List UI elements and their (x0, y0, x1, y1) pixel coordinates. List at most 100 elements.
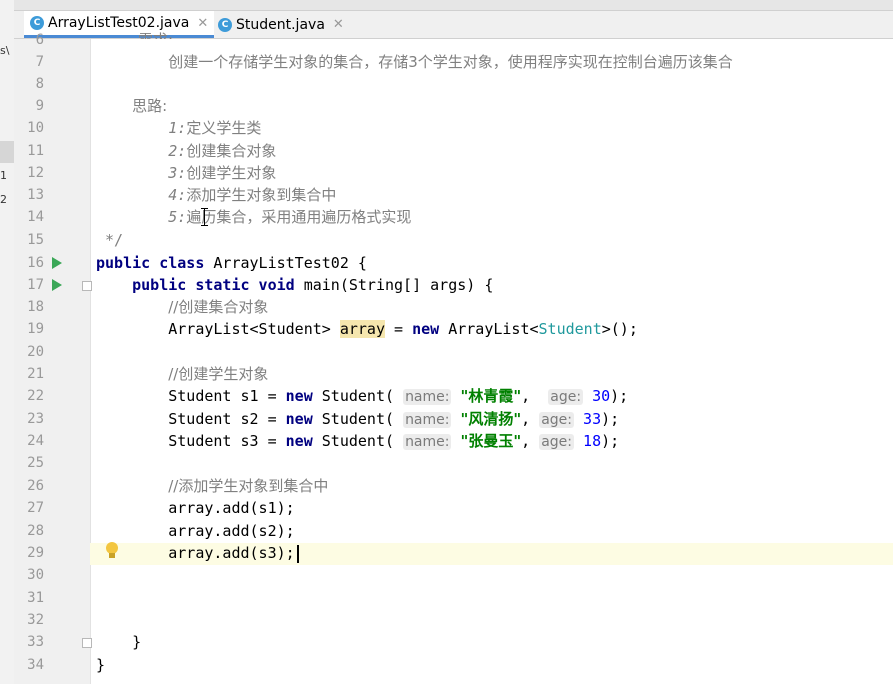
code-line[interactable]: Student s2 = new Student( name: "风清扬", a… (96, 408, 893, 430)
line-number: 30 (27, 567, 44, 583)
code-line[interactable]: Student s1 = new Student( name: "林青霞", a… (96, 385, 893, 407)
comment-text: 创建集合对象 (186, 142, 277, 160)
keyword: new (285, 410, 313, 428)
project-panel-highlight (0, 141, 14, 163)
text-caret (296, 544, 299, 563)
code-line[interactable]: //创建集合对象 (96, 296, 893, 318)
code-text: Student( (312, 410, 395, 428)
mouse-text-cursor-icon (201, 208, 208, 226)
generic-type: Student (538, 320, 602, 338)
code-line[interactable]: 4:添加学生对象到集合中 (96, 184, 893, 206)
code-line[interactable]: } (96, 654, 893, 676)
string-literal: "林青霞" (460, 387, 522, 405)
code-line[interactable]: //添加学生对象到集合中 (96, 475, 893, 497)
line-number: 32 (27, 612, 44, 628)
comment-number: 3: (168, 164, 187, 182)
code-text: array.add(s3); (168, 544, 295, 562)
fold-icon[interactable] (82, 281, 92, 291)
line-number: 7 (35, 54, 44, 70)
keyword: public class (96, 254, 205, 272)
navigation-bar (14, 0, 893, 11)
line-number: 13 (27, 187, 44, 203)
code-line[interactable]: 创建一个存储学生对象的集合，存储3个学生对象，使用程序实现在控制台遍历该集合 (96, 51, 893, 73)
project-panel-text: 1 (0, 169, 7, 182)
code-line[interactable]: } (96, 631, 893, 653)
comment-text: 创建一个存储学生对象的集合，存储3个学生对象，使用程序实现在控制台遍历该集合 (168, 53, 733, 71)
code-line[interactable]: 2:创建集合对象 (96, 140, 893, 162)
code-line[interactable]: array.add(s1); (96, 497, 893, 519)
code-line[interactable]: 思路: (96, 95, 893, 117)
code-line[interactable] (96, 73, 893, 95)
code-line[interactable]: 5:遍历集合，采用通用遍历格式实现 (96, 206, 893, 228)
param-hint: name: (403, 412, 452, 428)
code-line[interactable]: 需求: (138, 29, 893, 39)
comment-number: 5: (168, 208, 187, 226)
code-line[interactable]: public static void main(String[] args) { (96, 274, 893, 296)
code-text: Student s2 = (168, 410, 286, 428)
line-number: 23 (27, 411, 44, 427)
line-number: 25 (27, 455, 44, 471)
number-literal: 18 (583, 432, 602, 450)
code-line[interactable]: ArrayList<Student> array = new ArrayList… (96, 318, 893, 340)
number-literal: 33 (583, 410, 602, 428)
keyword: public static void (132, 276, 295, 294)
comment-text: 创建学生对象 (186, 164, 277, 182)
project-panel-strip: s\ 1 2 (0, 0, 15, 684)
comment-text: 思路: (132, 97, 168, 115)
keyword: new (412, 320, 440, 338)
line-number: 20 (27, 344, 44, 360)
comment-text: 添加学生对象到集合中 (186, 186, 337, 204)
line-number: 22 (27, 388, 44, 404)
comment-number: 2: (168, 142, 187, 160)
line-number: 24 (27, 433, 44, 449)
code-text: >(); (601, 320, 638, 338)
line-number: 15 (27, 232, 44, 248)
code-text: } (96, 656, 106, 674)
line-number: 29 (27, 545, 44, 561)
code-text: array.add(s1); (168, 499, 295, 517)
java-class-icon: C (30, 16, 44, 30)
line-number: 16 (27, 255, 44, 271)
param-hint: age: (539, 434, 575, 450)
code-text: ArrayListTest02 { (204, 254, 367, 272)
line-number: 28 (27, 523, 44, 539)
code-line[interactable]: array.add(s2); (96, 520, 893, 542)
param-hint: age: (548, 389, 584, 405)
line-number: 10 (27, 120, 44, 136)
code-text: main(String[] args) { (294, 276, 494, 294)
variable-highlight: array (339, 320, 385, 338)
comment-text: //添加学生对象到集合中 (168, 477, 329, 495)
code-text: array.add(s2); (168, 522, 295, 540)
fold-icon[interactable] (82, 638, 92, 648)
comment-text: 遍历集合，采用通用遍历格式实现 (186, 208, 412, 226)
string-literal: "张曼玉" (460, 432, 522, 450)
comment-number: 1: (168, 119, 187, 137)
code-line[interactable]: 3:创建学生对象 (96, 162, 893, 184)
line-number: 14 (27, 209, 44, 225)
code-line[interactable]: 1:定义学生类 (96, 117, 893, 139)
line-number: 21 (27, 366, 44, 382)
code-line[interactable]: //创建学生对象 (96, 363, 893, 385)
line-number: 17 (27, 277, 44, 293)
line-number: 33 (27, 634, 44, 650)
run-main-icon[interactable] (52, 279, 62, 291)
code-text: ); (610, 387, 629, 405)
code-line[interactable]: public class ArrayListTest02 { (96, 252, 893, 274)
code-line[interactable] (96, 452, 893, 474)
code-text: , (521, 387, 531, 405)
run-class-icon[interactable] (52, 257, 62, 269)
code-line[interactable]: array.add(s3); (96, 542, 893, 564)
param-hint: age: (539, 412, 575, 428)
code-text: , (521, 432, 531, 450)
code-line[interactable] (96, 341, 893, 363)
code-text: ); (601, 410, 620, 428)
string-literal: "风清扬" (460, 410, 522, 428)
code-line[interactable]: Student s3 = new Student( name: "张曼玉", a… (96, 430, 893, 452)
line-number: 11 (27, 143, 44, 159)
comment-number: 4: (168, 186, 187, 204)
line-number: 19 (27, 321, 44, 337)
code-line[interactable]: */ (96, 229, 893, 251)
comment-text: 定义学生类 (186, 119, 262, 137)
code-text: } (132, 633, 142, 651)
code-text: Student s3 = (168, 432, 286, 450)
